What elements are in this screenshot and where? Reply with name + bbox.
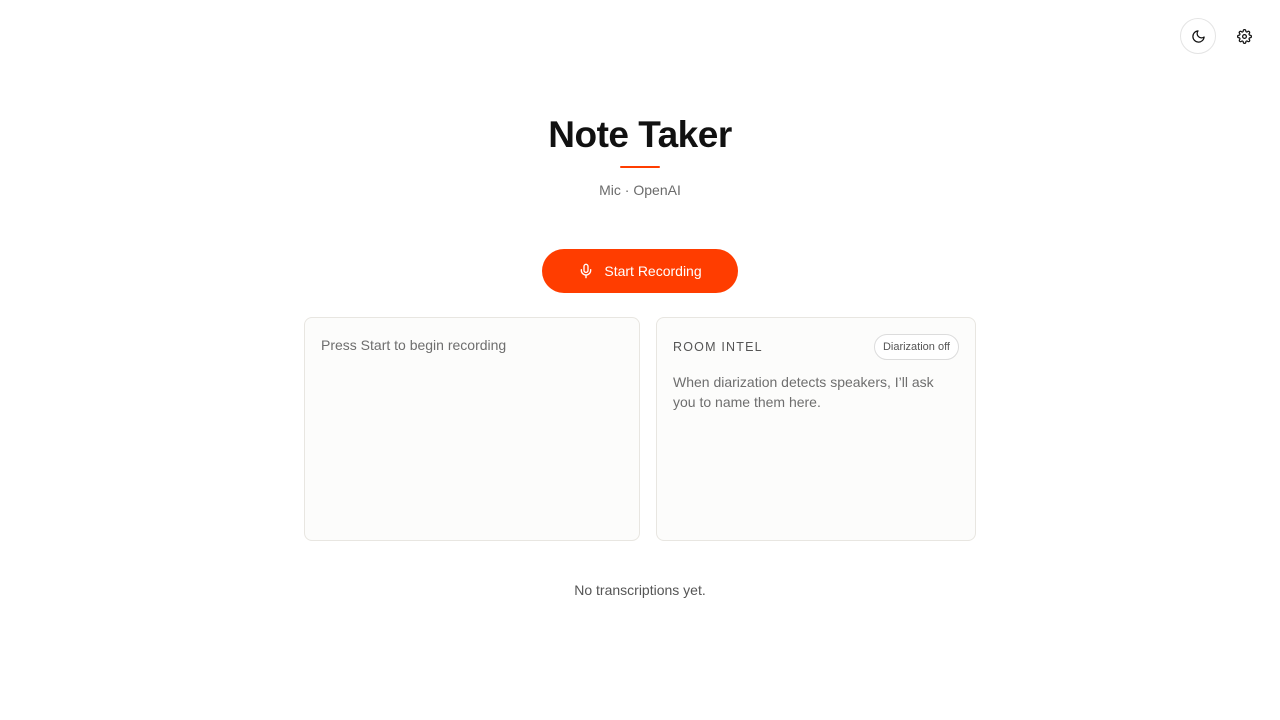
app-page: Note Taker Mic · OpenAI Start Recording …: [0, 0, 1280, 720]
gear-icon: [1236, 28, 1252, 44]
transcript-panel: Press Start to begin recording: [304, 317, 640, 541]
start-recording-label: Start Recording: [604, 263, 702, 279]
theme-toggle-button[interactable]: [1180, 18, 1216, 54]
transcriptions-empty-state: No transcriptions yet.: [574, 582, 706, 598]
start-recording-button[interactable]: Start Recording: [542, 249, 738, 293]
settings-button[interactable]: [1230, 22, 1258, 50]
title-underline: [620, 166, 660, 168]
room-intel-title: ROOM INTEL: [673, 340, 763, 354]
page-subtitle: Mic · OpenAI: [599, 182, 681, 198]
moon-icon: [1191, 29, 1206, 44]
page-title: Note Taker: [548, 114, 732, 155]
room-intel-message: When diarization detects speakers, I’ll …: [673, 374, 934, 410]
microphone-icon: [578, 262, 594, 280]
room-intel-panel: ROOM INTEL Diarization off When diarizat…: [656, 317, 976, 541]
diarization-status-badge: Diarization off: [873, 334, 959, 360]
transcript-placeholder: Press Start to begin recording: [321, 337, 507, 353]
